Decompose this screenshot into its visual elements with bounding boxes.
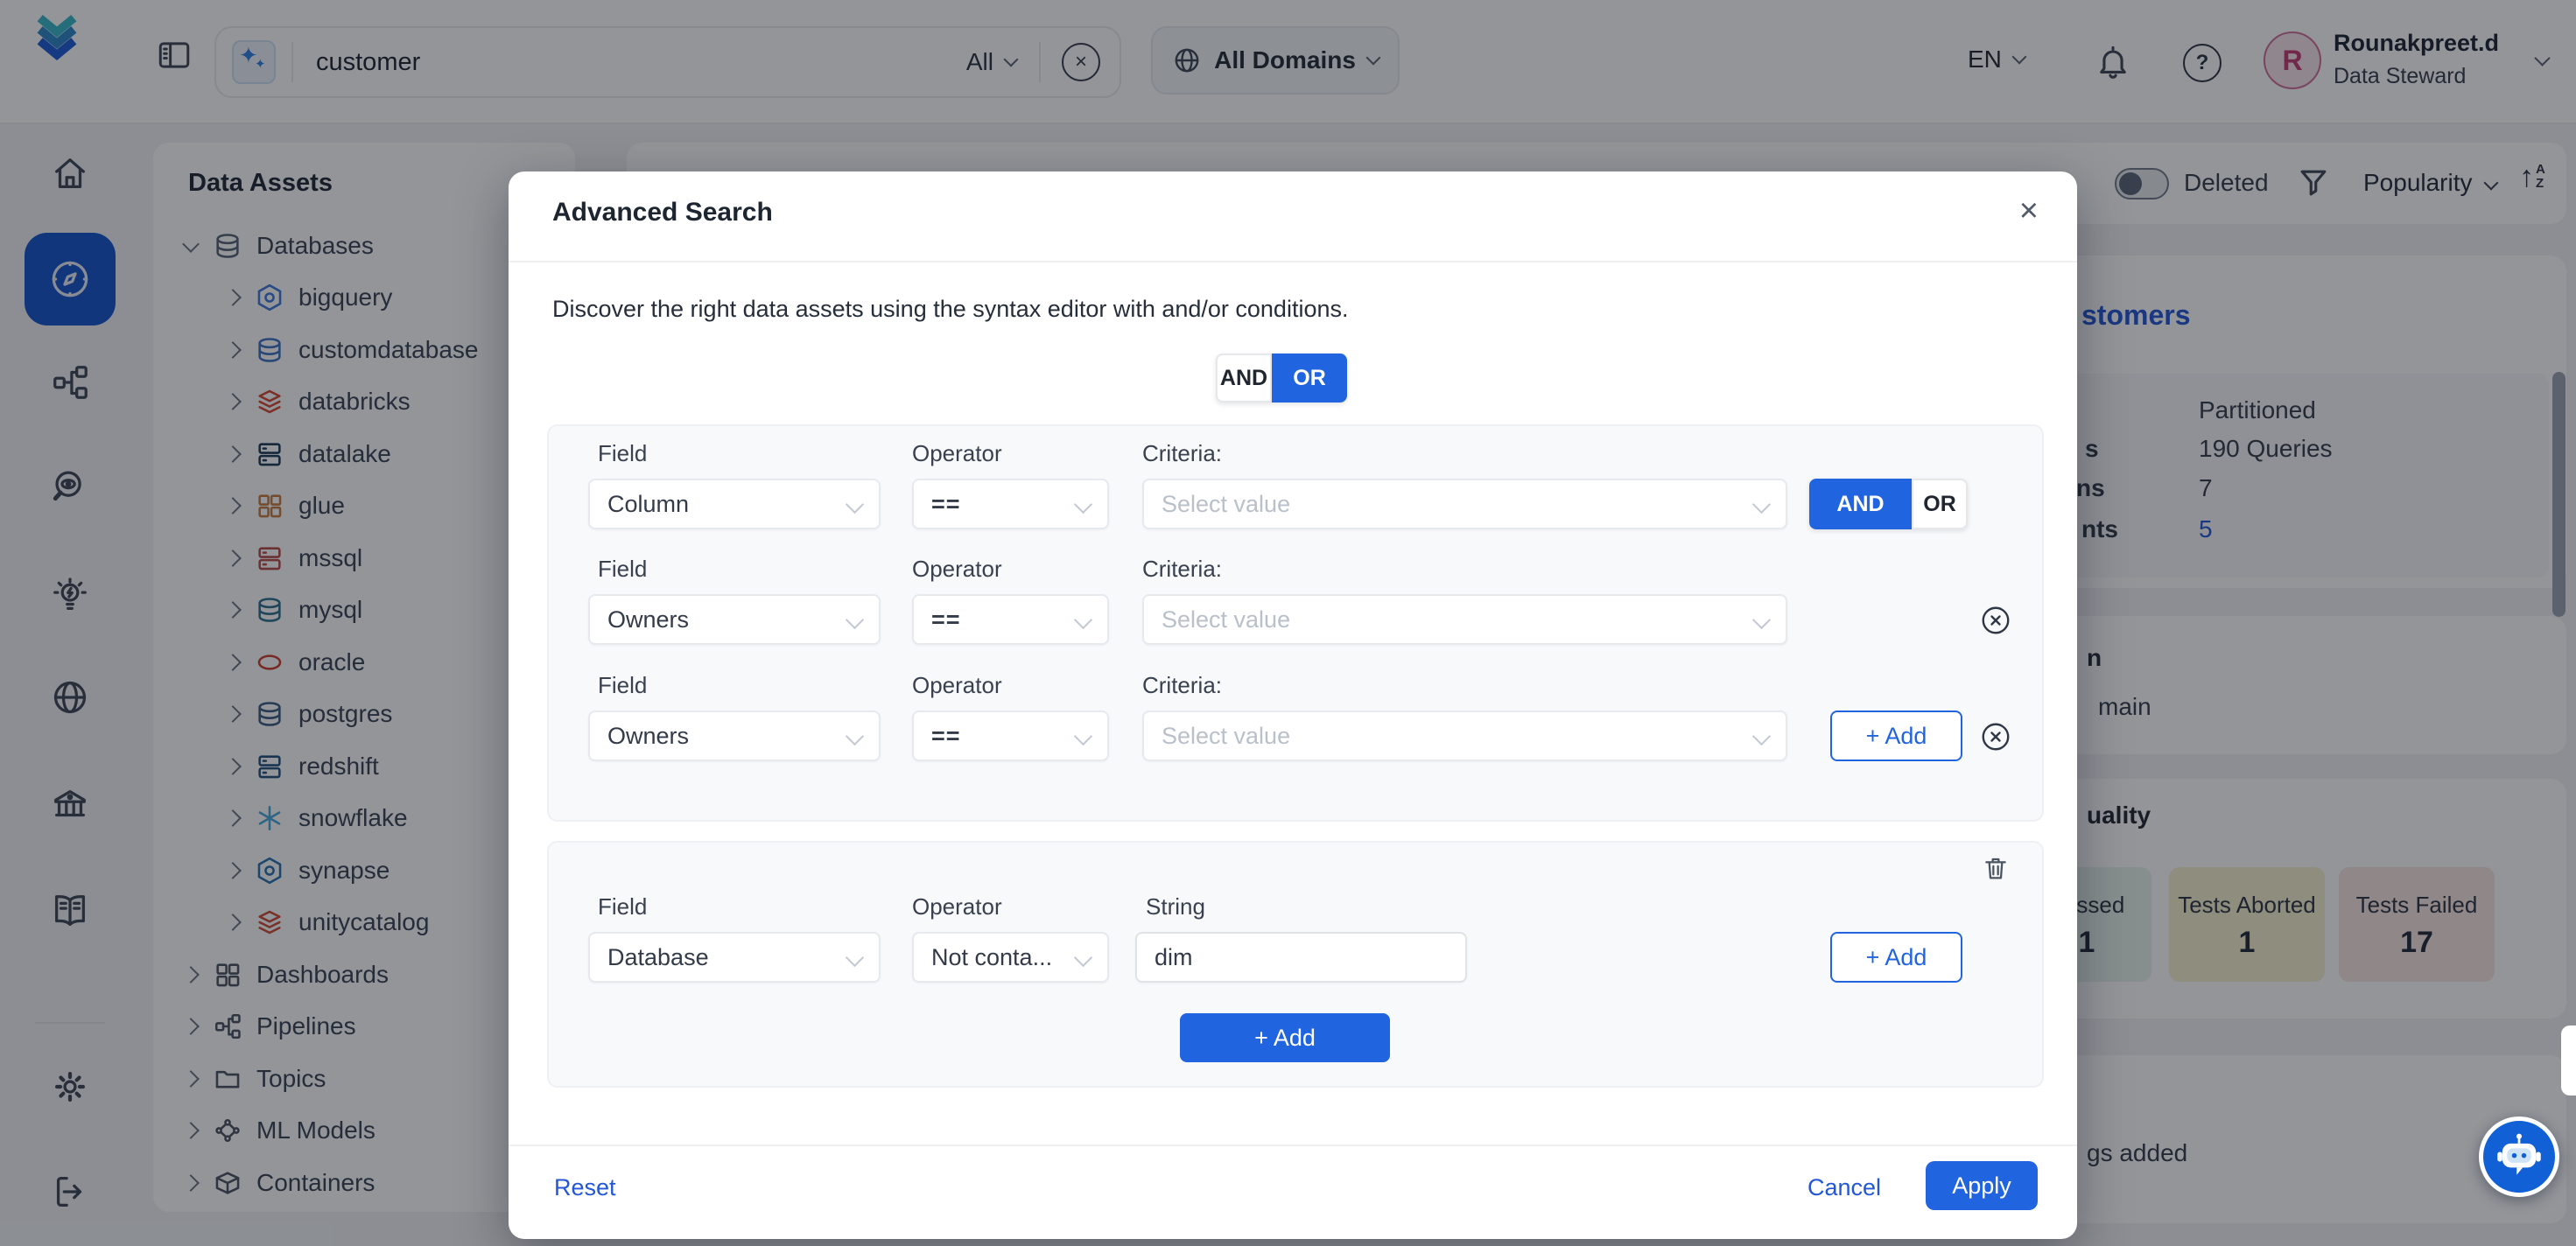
criteria-select[interactable]: Select value bbox=[1142, 594, 1787, 645]
cancel-button[interactable]: Cancel bbox=[1807, 1174, 1881, 1201]
modal-title: Advanced Search bbox=[552, 198, 773, 228]
apply-button[interactable]: Apply bbox=[1926, 1161, 2038, 1210]
close-icon[interactable]: × bbox=[2019, 194, 2039, 228]
criteria-select[interactable]: Select value bbox=[1142, 479, 1787, 529]
root-or-button[interactable]: OR bbox=[1272, 354, 1347, 402]
rule-and-button[interactable]: AND bbox=[1809, 479, 1912, 529]
add-group-button[interactable]: + Add bbox=[1180, 1013, 1390, 1062]
string-input[interactable]: dim bbox=[1135, 932, 1467, 983]
reset-button[interactable]: Reset bbox=[554, 1174, 616, 1201]
root-and-button[interactable]: AND bbox=[1216, 354, 1272, 402]
chatbot-fab[interactable] bbox=[2479, 1116, 2559, 1197]
delete-group-trash-icon[interactable] bbox=[1982, 854, 2010, 882]
operator-select[interactable]: Not conta... bbox=[912, 932, 1109, 983]
add-rule-button[interactable]: + Add bbox=[1830, 932, 1962, 983]
rule-group-1: Field Operator Criteria: Column == Selec… bbox=[547, 424, 2044, 822]
side-widget-edge[interactable] bbox=[2561, 1026, 2576, 1096]
modal-header-divider bbox=[509, 261, 2077, 262]
rule-or-button[interactable]: OR bbox=[1912, 479, 1968, 529]
modal-footer-divider bbox=[509, 1144, 2077, 1146]
robot-icon bbox=[2490, 1128, 2548, 1186]
root-and-or-toggle: AND OR bbox=[1216, 354, 1347, 402]
advanced-search-modal: Advanced Search × Discover the right dat… bbox=[509, 172, 2077, 1239]
modal-description: Discover the right data assets using the… bbox=[552, 296, 1348, 323]
operator-select[interactable]: == bbox=[912, 479, 1109, 529]
app-window: ✦ ✦ customer All × All Domains EN bbox=[0, 0, 2576, 1246]
field-select[interactable]: Owners bbox=[588, 594, 881, 645]
remove-rule-icon[interactable] bbox=[1980, 605, 2011, 636]
criteria-select[interactable]: Select value bbox=[1142, 710, 1787, 761]
field-select[interactable]: Database bbox=[588, 932, 881, 983]
field-select[interactable]: Column bbox=[588, 479, 881, 529]
operator-select[interactable]: == bbox=[912, 710, 1109, 761]
field-select[interactable]: Owners bbox=[588, 710, 881, 761]
add-rule-button[interactable]: + Add bbox=[1830, 710, 1962, 761]
operator-select[interactable]: == bbox=[912, 594, 1109, 645]
remove-rule-icon[interactable] bbox=[1980, 721, 2011, 752]
rule-and-or-toggle: AND OR bbox=[1809, 479, 1968, 529]
